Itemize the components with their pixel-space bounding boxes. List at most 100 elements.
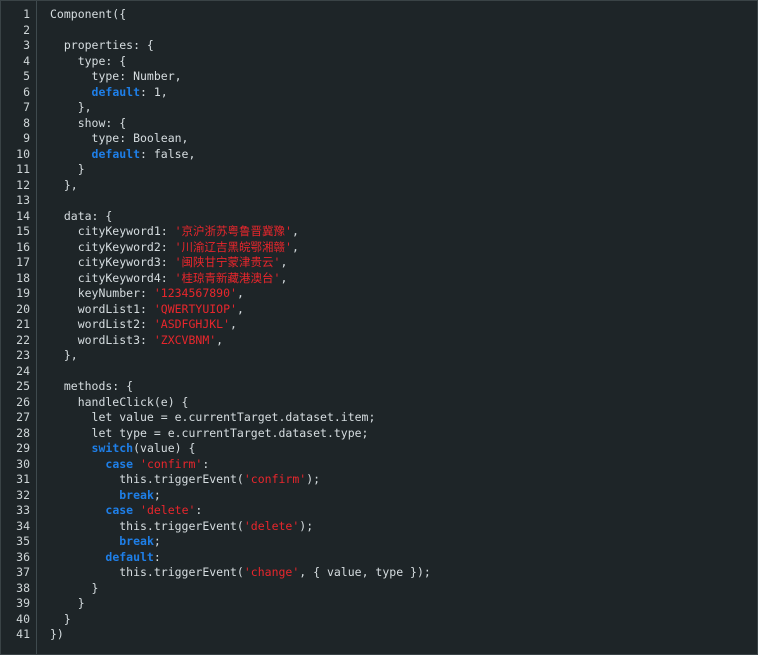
code-line[interactable]: case 'delete': <box>50 503 757 519</box>
line-number: 35 <box>16 534 30 548</box>
code-line[interactable]: cityKeyword2: '川渝辽吉黑皖鄂湘赣', <box>50 240 757 256</box>
line-number: 8 <box>23 115 30 130</box>
line-number: 38 <box>16 580 30 595</box>
code-line[interactable]: keyNumber: '1234567890', <box>50 286 757 302</box>
code-line[interactable]: this.triggerEvent('confirm'); <box>50 472 757 488</box>
code-line[interactable]: default: 1, <box>50 85 757 101</box>
code-line[interactable]: break; <box>50 534 757 550</box>
code-line[interactable]: let type = e.currentTarget.dataset.type; <box>50 426 757 442</box>
line-number: 21 <box>16 317 30 331</box>
keyword-token: break <box>119 487 154 502</box>
code-token: , <box>280 255 288 269</box>
code-token: cityKeyword4: <box>50 270 175 285</box>
code-token: }, <box>50 348 78 362</box>
code-token: (value) { <box>133 441 196 455</box>
line-number: 27 <box>16 410 30 424</box>
keyword-token: default <box>91 84 141 99</box>
code-line[interactable]: type: Number, <box>50 69 757 85</box>
code-line[interactable]: default: false, <box>50 147 757 163</box>
code-line[interactable]: cityKeyword4: '桂琼青新藏港澳台', <box>50 271 757 287</box>
code-line[interactable]: } <box>50 162 757 178</box>
keyword-token: case <box>105 456 134 471</box>
code-line[interactable] <box>50 193 757 209</box>
code-line[interactable]: default: <box>50 550 757 566</box>
line-number: 22 <box>16 332 30 347</box>
line-number: 24 <box>16 363 30 378</box>
code-line[interactable]: this.triggerEvent('change', { value, typ… <box>50 565 757 581</box>
string-token: '桂琼青新藏港澳台' <box>174 270 281 285</box>
line-number: 11 <box>16 162 30 176</box>
code-line[interactable] <box>50 364 757 380</box>
code-line[interactable]: wordList1: 'QWERTYUIOP', <box>50 302 757 318</box>
code-line[interactable]: } <box>50 596 757 612</box>
code-line[interactable]: cityKeyword3: '闽陕甘宁蒙津贵云', <box>50 255 757 271</box>
line-number: 19 <box>16 286 30 300</box>
code-line[interactable]: } <box>50 581 757 597</box>
code-line[interactable]: type: { <box>50 54 757 70</box>
string-token: 'delete' <box>243 518 300 533</box>
line-number: 9 <box>23 131 30 145</box>
line-number: 28 <box>16 425 30 440</box>
code-line[interactable]: data: { <box>50 209 757 225</box>
code-token: ; <box>153 534 161 548</box>
code-token: this.triggerEvent( <box>50 565 244 579</box>
code-area[interactable]: Component({ properties: { type: { type: … <box>37 1 757 654</box>
code-line[interactable]: case 'confirm': <box>50 457 757 473</box>
code-token: , <box>236 301 244 316</box>
line-number: 23 <box>16 348 30 362</box>
code-token: : false, <box>140 146 196 161</box>
code-token: , <box>216 332 224 347</box>
code-line[interactable]: this.triggerEvent('delete'); <box>50 519 757 535</box>
code-line[interactable]: wordList3: 'ZXCVBNM', <box>50 333 757 349</box>
code-token: } <box>50 580 99 595</box>
line-number: 6 <box>23 84 30 99</box>
keyword-token: case <box>105 503 134 517</box>
code-line[interactable] <box>50 23 757 39</box>
line-number: 4 <box>23 53 30 68</box>
code-line[interactable]: }) <box>50 627 757 643</box>
string-token: '闽陕甘宁蒙津贵云' <box>174 255 281 269</box>
code-token: let value = e.currentTarget.dataset.item… <box>50 410 376 424</box>
code-line[interactable]: show: { <box>50 116 757 132</box>
code-line[interactable]: Component({ <box>50 7 757 23</box>
string-token: 'confirm' <box>243 472 307 486</box>
code-token: wordList2: <box>50 317 154 331</box>
string-token: '川渝辽吉黑皖鄂湘赣' <box>174 239 292 254</box>
line-number: 2 <box>23 22 30 37</box>
string-token: 'confirm' <box>140 456 203 471</box>
code-token: cityKeyword3: <box>50 255 175 269</box>
code-token: }, <box>50 100 92 114</box>
code-token: } <box>50 611 71 626</box>
code-line[interactable]: }, <box>50 100 757 116</box>
string-token: 'delete' <box>140 503 196 517</box>
code-line[interactable]: } <box>50 612 757 628</box>
code-token: : <box>202 456 210 471</box>
line-number: 34 <box>16 518 30 533</box>
code-line[interactable]: handleClick(e) { <box>50 395 757 411</box>
code-token: , <box>230 317 237 331</box>
code-line[interactable]: break; <box>50 488 757 504</box>
code-token: wordList3: <box>50 332 154 347</box>
code-token: wordList1: <box>50 301 154 316</box>
code-editor[interactable]: 1 2 3 4 5 6 7 8 9 10 11 12 13 14 15 16 17 18 19 20 21 22 23 24 2… <box>0 0 758 655</box>
code-token: : 1, <box>140 84 168 99</box>
code-line[interactable]: properties: { <box>50 38 757 54</box>
code-line[interactable]: }, <box>50 348 757 364</box>
code-line[interactable]: cityKeyword1: '京沪浙苏粤鲁晋冀豫', <box>50 224 757 240</box>
code-token: type: Boolean, <box>50 131 189 145</box>
code-line[interactable]: switch(value) { <box>50 441 757 457</box>
code-line[interactable]: let value = e.currentTarget.dataset.item… <box>50 410 757 426</box>
code-line[interactable]: }, <box>50 178 757 194</box>
code-token: methods: { <box>50 379 134 393</box>
code-line[interactable]: methods: { <box>50 379 757 395</box>
code-line[interactable]: type: Boolean, <box>50 131 757 147</box>
code-token: ); <box>299 518 314 533</box>
code-line[interactable]: wordList2: 'ASDFGHJKL', <box>50 317 757 333</box>
line-number: 16 <box>16 239 30 254</box>
keyword-token: switch <box>91 441 134 455</box>
code-token: , <box>291 239 299 254</box>
